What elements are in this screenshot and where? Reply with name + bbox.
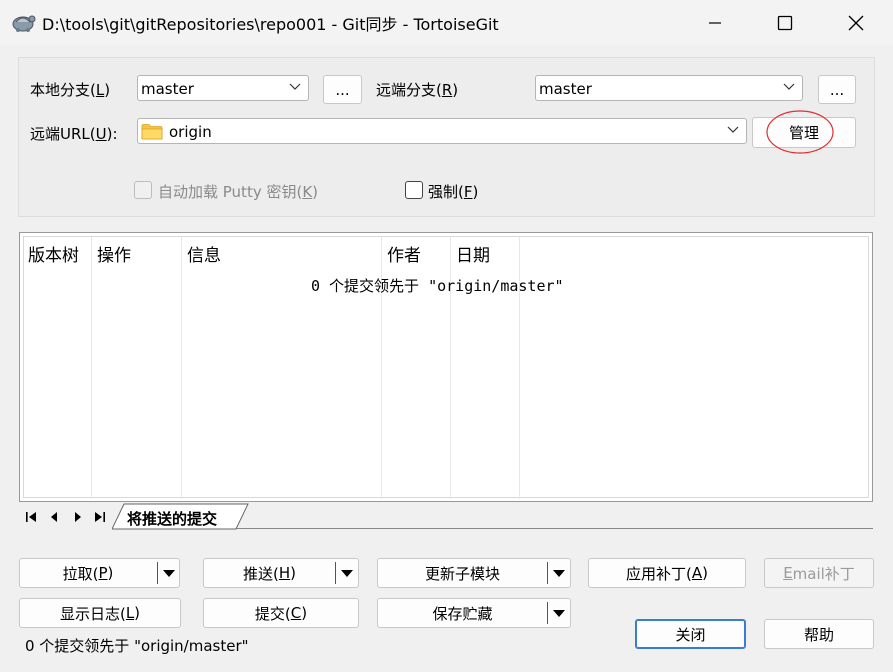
- push-dropdown[interactable]: [336, 559, 358, 587]
- status-text: 0 个提交领先于 "origin/master": [25, 637, 249, 655]
- tortoisegit-app-icon: [12, 15, 36, 32]
- minimize-button[interactable]: [692, 0, 738, 45]
- remote-branch-label: 远端分支(R): [376, 81, 459, 99]
- update-submodules-dropdown[interactable]: [548, 559, 570, 587]
- stash-save-dropdown[interactable]: [548, 599, 570, 627]
- column-divider: [181, 237, 182, 499]
- pull-dropdown[interactable]: [158, 559, 180, 587]
- close-button[interactable]: 关闭: [635, 619, 746, 649]
- remote-branch-combo[interactable]: master: [535, 75, 803, 101]
- stash-save-split-button[interactable]: 保存贮藏: [377, 598, 571, 628]
- putty-autoload-checkbox[interactable]: [134, 181, 152, 199]
- remote-url-label: 远端URL(U):: [30, 125, 118, 143]
- column-header-message[interactable]: 信息: [187, 241, 221, 266]
- chevron-down-icon: [783, 83, 795, 90]
- column-header-actions[interactable]: 操作: [97, 241, 131, 266]
- previous-tab-icon[interactable]: [47, 510, 61, 524]
- minimize-icon: [709, 21, 721, 24]
- pull-split-button[interactable]: 拉取(P): [19, 558, 180, 588]
- annotation-circle: [766, 110, 834, 154]
- maximize-button[interactable]: [762, 0, 808, 45]
- column-header-date[interactable]: 日期: [456, 241, 490, 266]
- putty-autoload-label: 自动加载 Putty 密钥(K): [158, 183, 319, 201]
- show-log-button[interactable]: 显示日志(L): [19, 598, 181, 628]
- local-branch-combo[interactable]: master: [137, 75, 309, 101]
- push-button[interactable]: 推送(H): [204, 559, 335, 587]
- dropdown-arrow-icon: [341, 570, 353, 577]
- remote-branch-value: master: [539, 80, 592, 98]
- tab-commits-to-push[interactable]: 将推送的提交: [127, 508, 217, 529]
- commit-list-inner: 版本树 操作 信息 作者 日期 0 个提交领先于 "origin/master": [23, 236, 869, 499]
- local-branch-browse-button[interactable]: ...: [323, 75, 362, 104]
- folder-icon: [141, 124, 163, 140]
- next-tab-icon[interactable]: [71, 510, 85, 524]
- dropdown-arrow-icon: [163, 570, 175, 577]
- update-submodules-split-button[interactable]: 更新子模块: [377, 558, 571, 588]
- commit-list-empty-message: 0 个提交领先于 "origin/master": [311, 277, 564, 295]
- remote-url-value: origin: [169, 123, 212, 141]
- local-branch-value: master: [141, 80, 194, 98]
- stash-save-button[interactable]: 保存贮藏: [378, 599, 547, 627]
- pull-button[interactable]: 拉取(P): [20, 559, 156, 587]
- column-header-author[interactable]: 作者: [387, 241, 421, 266]
- apply-patch-button[interactable]: 应用补丁(A): [588, 558, 746, 588]
- dropdown-arrow-icon: [553, 570, 565, 577]
- column-header-graph[interactable]: 版本树: [28, 241, 79, 266]
- last-tab-icon[interactable]: [93, 510, 107, 524]
- first-tab-icon[interactable]: [24, 510, 38, 524]
- local-branch-label: 本地分支(L): [30, 81, 111, 99]
- column-divider: [91, 237, 92, 499]
- update-submodules-button[interactable]: 更新子模块: [378, 559, 547, 587]
- close-icon: [848, 15, 864, 30]
- help-button[interactable]: 帮助: [764, 619, 874, 649]
- window-title: D:\tools\git\gitRepositories\repo001 - G…: [42, 15, 499, 34]
- close-window-button[interactable]: [833, 0, 879, 45]
- push-split-button[interactable]: 推送(H): [203, 558, 359, 588]
- dropdown-arrow-icon: [553, 610, 565, 617]
- maximize-icon: [777, 15, 793, 30]
- chevron-down-icon: [727, 126, 739, 133]
- commit-list[interactable]: 版本树 操作 信息 作者 日期 0 个提交领先于 "origin/master": [19, 232, 873, 502]
- remote-branch-browse-button[interactable]: ...: [818, 75, 856, 104]
- chevron-down-icon: [289, 83, 301, 90]
- email-patch-button[interactable]: Email补丁: [764, 558, 874, 588]
- remote-url-combo[interactable]: origin: [137, 118, 747, 144]
- force-checkbox[interactable]: [405, 181, 423, 199]
- commit-button[interactable]: 提交(C): [203, 598, 359, 628]
- force-label: 强制(F): [428, 183, 479, 201]
